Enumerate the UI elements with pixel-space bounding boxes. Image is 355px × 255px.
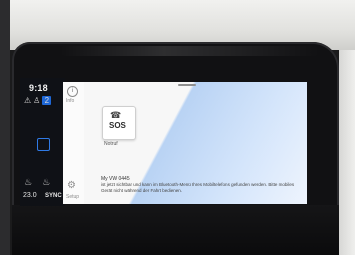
status-icons: ⚠ ♙ 2 <box>24 96 52 105</box>
sync-button[interactable]: SYNC <box>45 193 62 199</box>
background-wall <box>0 0 10 255</box>
seat-heating-right-icon[interactable]: ♨ <box>42 177 50 188</box>
background-wall-right <box>339 50 355 255</box>
nav-info-label[interactable]: Info <box>66 98 74 104</box>
sos-icon-text: SOS <box>109 121 126 130</box>
warning-icon: ⚠ <box>24 96 32 105</box>
home-square-icon[interactable] <box>37 138 50 151</box>
info-icon[interactable]: i <box>67 86 78 97</box>
notice-body: ist jetzt sichtbar und kann im Bluetooth… <box>101 182 295 193</box>
bezel-bottom <box>12 205 339 255</box>
temperature-readout[interactable]: 23.0 <box>23 192 37 199</box>
sos-label: Notruf <box>104 141 118 147</box>
seat-heating-left-icon[interactable]: ♨ <box>24 177 32 188</box>
notification-badge[interactable]: 2 <box>42 96 52 105</box>
drag-handle[interactable] <box>178 84 196 86</box>
bezel-reflection <box>60 46 320 56</box>
clock: 9:18 <box>29 83 48 93</box>
phone-icon: ☎ <box>110 110 122 120</box>
gear-icon[interactable]: ⚙ <box>67 181 76 191</box>
seat-heating-row: ♨ ♨ <box>24 177 50 188</box>
nav-setup-label[interactable]: Setup <box>66 194 79 200</box>
person-icon: ♙ <box>33 96 41 105</box>
